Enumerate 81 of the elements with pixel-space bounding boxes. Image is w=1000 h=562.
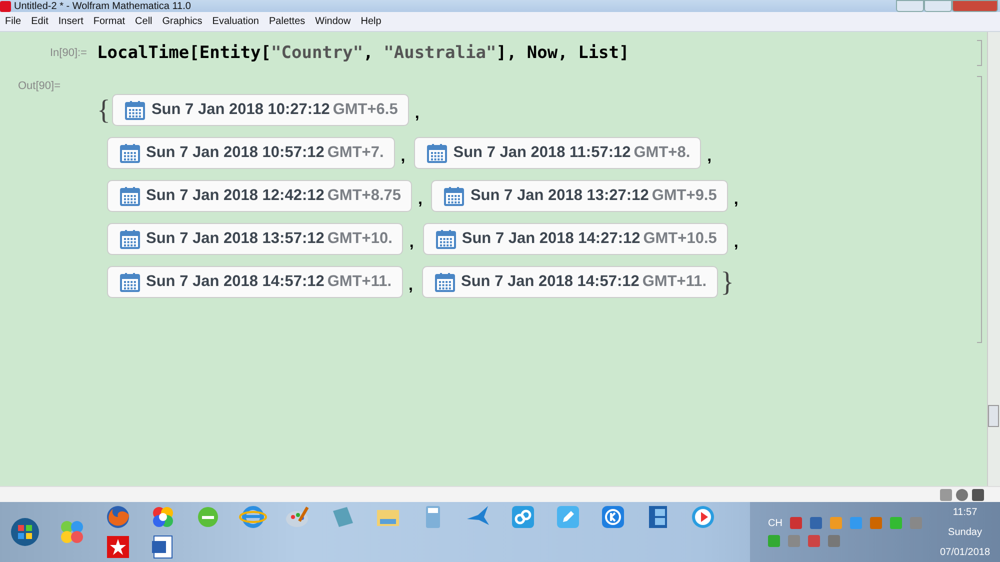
date-object[interactable]: Sun 7 Jan 2018 11:57:12 GMT+8. [414,137,702,169]
date-text: Sun 7 Jan 2018 10:57:12 [146,144,324,162]
date-text: Sun 7 Jan 2018 13:27:12 [470,187,649,205]
menu-item[interactable]: Palettes [269,16,306,27]
calendar-icon [125,100,146,120]
menu-item[interactable]: Insert [58,16,84,27]
input-code[interactable]: LocalTime[Entity["Country", "Australia"], Now, List] [97,43,630,63]
comma: , [400,148,406,167]
brace: } [720,268,734,298]
timezone-text: GMT+9.5 [652,187,717,205]
timezone-text: GMT+6.5 [332,101,398,119]
scrollbar[interactable] [987,32,1000,486]
menu-item[interactable]: Evaluation [212,16,259,27]
menu-item[interactable]: File [5,16,22,27]
close-button[interactable] [952,0,998,12]
tray-icon[interactable] [910,517,922,529]
calendar-icon [435,272,455,292]
timezone-text: GMT+7. [327,144,384,162]
minimize-button[interactable] [896,0,924,12]
menu-item[interactable]: Cell [135,16,152,27]
timezone-text: GMT+10.5 [643,230,717,248]
timezone-text: GMT+8. [634,144,690,162]
comma: , [734,191,738,210]
comma: , [734,234,738,253]
tray-icon[interactable] [788,535,800,547]
comma: , [418,191,422,210]
clock-time: 11:57 [952,506,978,518]
timezone-text: GMT+8.75 [327,187,402,205]
date-text: Sun 7 Jan 2018 10:27:12 [151,101,330,119]
calendar-icon [120,229,140,249]
timezone-text: GMT+11. [327,273,392,291]
calendar-icon [427,143,448,163]
start-button[interactable] [10,517,40,547]
circles-icon[interactable] [59,519,86,545]
date-text: Sun 7 Jan 2018 14:27:12 [462,230,640,248]
output-label: Out[90]= [17,79,62,92]
menu-item[interactable]: Edit [31,16,48,27]
date-text: Sun 7 Jan 2018 14:57:12 [461,273,640,291]
menu-item[interactable]: Window [315,16,351,27]
input-label: In[90]:= [48,47,88,59]
date-object[interactable]: Sun 7 Jan 2018 10:27:12 GMT+6.5 [112,94,409,126]
brace: { [97,96,110,126]
clock[interactable]: 11:57 Sunday 07/01/2018 [930,502,1000,562]
date-text: Sun 7 Jan 2018 11:57:12 [453,144,631,162]
tray-icon[interactable] [828,535,840,547]
comma: , [707,148,712,167]
date-object[interactable]: Sun 7 Jan 2018 10:57:12 GMT+7. [107,137,395,169]
scroll-thumb[interactable] [988,405,999,427]
tray-icon[interactable] [890,517,902,529]
menu-item[interactable]: Format [93,16,126,27]
comma: , [409,234,414,253]
calendar-icon [444,186,464,206]
app-logo-icon [0,0,11,12]
date-text: Sun 7 Jan 2018 13:57:12 [146,230,324,248]
date-object[interactable]: Sun 7 Jan 2018 14:57:12 GMT+11. [422,266,718,298]
date-text: Sun 7 Jan 2018 14:57:12 [146,273,324,291]
menu-item[interactable]: Help [360,16,382,27]
calendar-icon [436,229,456,249]
timezone-text: GMT+10. [327,230,392,248]
date-text: Sun 7 Jan 2018 12:42:12 [146,187,324,205]
date-object[interactable]: Sun 7 Jan 2018 14:27:12 GMT+10.5 [422,223,728,255]
tray-icon[interactable] [790,517,802,529]
maximize-button[interactable] [924,0,952,12]
clock-day: Sunday [948,526,982,538]
window-title: Untitled-2 * - Wolfram Mathematica 11.0 [14,0,191,12]
tray-icon[interactable] [810,517,822,529]
date-object[interactable]: Sun 7 Jan 2018 14:57:12 GMT+11. [107,266,403,298]
timezone-text: GMT+11. [642,273,707,291]
calendar-icon [120,186,140,206]
date-object[interactable]: Sun 7 Jan 2018 13:57:12 GMT+10. [107,223,404,255]
comma: , [414,105,420,124]
clock-date: 07/01/2018 [940,546,990,558]
calendar-icon [120,272,140,292]
tray-icon[interactable] [870,517,882,529]
tray-icon[interactable] [830,517,842,529]
menu-item[interactable]: Graphics [162,16,202,27]
calendar-icon [120,143,140,163]
tray-icon[interactable] [808,535,820,547]
comma: , [408,277,413,296]
date-object[interactable]: Sun 7 Jan 2018 12:42:12 GMT+8.75 [107,180,412,212]
date-object[interactable]: Sun 7 Jan 2018 13:27:12 GMT+9.5 [431,180,728,212]
